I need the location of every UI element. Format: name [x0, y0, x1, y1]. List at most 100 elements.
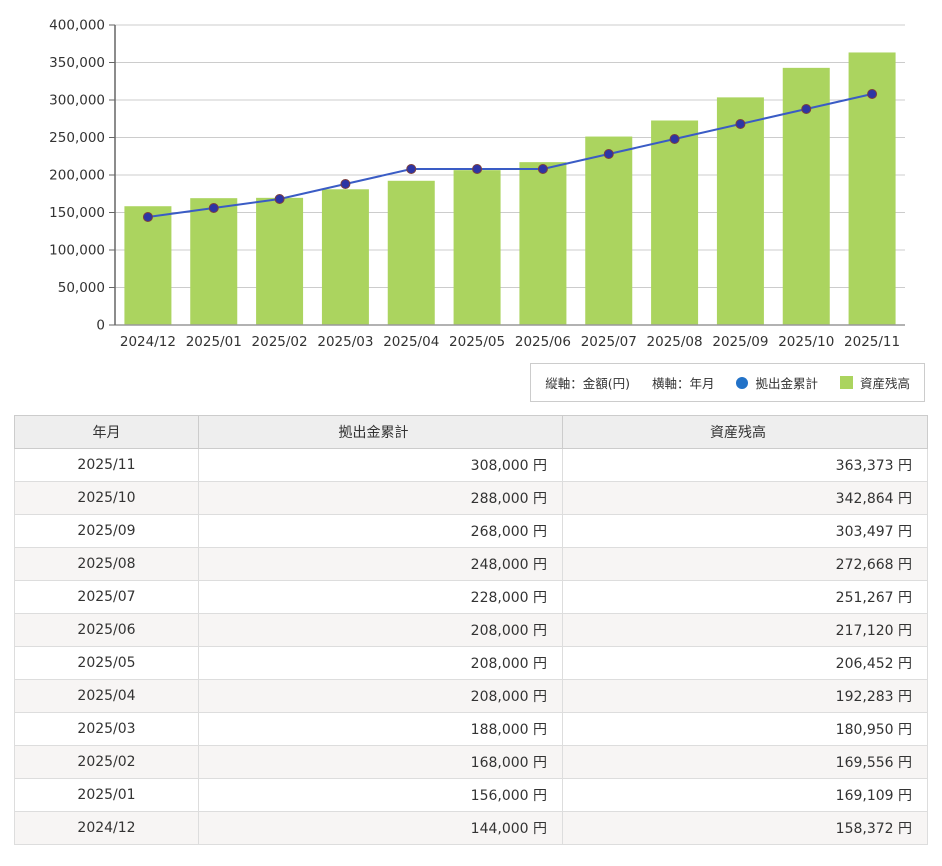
y-axis-labels: 0 50,000 100,000 150,000 200,000 250,000 300,0… — [49, 18, 105, 334]
month-cell: 2025/08 — [14, 547, 199, 581]
table-header-row: 年月 拠出金累計 資産残高 — [14, 415, 928, 449]
contribution-cell: 188,000 円 — [198, 712, 563, 746]
line-marker-2025/07 — [603, 149, 614, 159]
line-series-dot-icon — [736, 376, 749, 389]
contribution-cell: 156,000 円 — [198, 778, 563, 812]
bar-line-chart: 0 50,000 100,000 150,000 200,000 250,000 300,0… — [49, 18, 905, 350]
contribution-cell: 308,000 円 — [198, 448, 563, 482]
asset-report-page: 0 50,000 100,000 150,000 200,000 250,000 300,0… — [0, 0, 942, 866]
x-tick-label: 2025/09 — [712, 334, 768, 350]
balance-cell: 192,283 円 — [562, 679, 928, 713]
table-row-2025-07: 2025/07 228,000 円 251,267 円 — [14, 580, 928, 614]
month-cell: 2025/01 — [14, 778, 199, 812]
line-marker-2025/03 — [340, 179, 351, 189]
line-series — [142, 89, 878, 222]
history-table-body: 2025/11 308,000 円 363,373 円 2025/10 288,000 … — [14, 448, 928, 845]
table-row-2025-09: 2025/09 268,000 円 303,497 円 — [14, 514, 928, 548]
month-cell: 2024/12 — [14, 811, 199, 845]
balance-cell: 169,109 円 — [562, 778, 928, 812]
x-tick-label: 2025/01 — [186, 334, 242, 350]
month-cell: 2025/07 — [14, 580, 199, 614]
table-row-2025-08: 2025/08 248,000 円 272,668 円 — [14, 547, 928, 581]
x-tick-label: 2025/02 — [252, 334, 308, 350]
contribution-cell: 208,000 円 — [198, 646, 563, 680]
contribution-cell: 228,000 円 — [198, 580, 563, 614]
header-contribution: 拠出金累計 — [198, 415, 563, 449]
balance-cell: 169,556 円 — [562, 745, 928, 779]
bar-2025/03 — [321, 189, 369, 325]
balance-cell: 206,452 円 — [562, 646, 928, 680]
svg-text:100,000: 100,000 — [49, 243, 105, 259]
balance-cell: 180,950 円 — [562, 712, 928, 746]
svg-text:400,000: 400,000 — [49, 18, 105, 34]
legend-horizontal-axis-label: 横軸：年月 — [651, 376, 715, 391]
balance-cell: 363,373 円 — [562, 448, 928, 482]
chart-area: 0 50,000 100,000 150,000 200,000 250,000 300,0… — [0, 0, 942, 356]
balance-cell: 303,497 円 — [562, 514, 928, 548]
svg-text:250,000: 250,000 — [49, 130, 105, 146]
bar-series — [124, 52, 896, 326]
svg-text:200,000: 200,000 — [49, 168, 105, 184]
bar-2025/09 — [716, 97, 764, 325]
line-marker-2025/06 — [537, 164, 548, 174]
chart-legend: 縦軸：金額(円) 横軸：年月 拠出金累計 資産残高 — [530, 363, 925, 402]
line-marker-2024/12 — [142, 212, 153, 222]
line-marker-2025/09 — [735, 119, 746, 129]
x-tick-label: 2025/07 — [581, 334, 637, 350]
month-cell: 2025/02 — [14, 745, 199, 779]
x-tick-label: 2024/12 — [120, 334, 176, 350]
legend-bar-series: 資産残高 — [839, 373, 910, 392]
bar-2025/08 — [651, 120, 699, 326]
month-cell: 2025/05 — [14, 646, 199, 680]
x-tick-label: 2025/03 — [317, 334, 373, 350]
contribution-cell: 208,000 円 — [198, 679, 563, 713]
svg-text:300,000: 300,000 — [49, 93, 105, 109]
balance-cell: 251,267 円 — [562, 580, 928, 614]
history-table: 年月 拠出金累計 資産残高 2025/11 308,000 円 363,373 円2… — [14, 415, 928, 845]
header-balance: 資産残高 — [562, 415, 928, 449]
legend-line-series: 拠出金累計 — [736, 373, 818, 392]
y-axis-ticks — [109, 24, 115, 326]
month-cell: 2025/04 — [14, 679, 199, 713]
legend-row: 縦軸：金額(円) 横軸：年月 拠出金累計 資産残高 — [0, 363, 942, 402]
x-tick-label: 2025/10 — [778, 334, 834, 350]
bar-2025/01 — [190, 198, 238, 325]
bar-2024/12 — [124, 206, 172, 325]
bar-2025/06 — [519, 162, 567, 325]
x-tick-label: 2025/04 — [383, 334, 439, 350]
table-row-2025-03: 2025/03 188,000 円 180,950 円 — [14, 712, 928, 746]
month-cell: 2025/03 — [14, 712, 199, 746]
bar-series-square-icon — [839, 376, 853, 389]
svg-text:50,000: 50,000 — [58, 280, 105, 296]
bar-2025/02 — [256, 197, 304, 325]
svg-text:350,000: 350,000 — [49, 55, 105, 71]
x-tick-label: 2025/06 — [515, 334, 571, 350]
x-tick-label: 2025/11 — [844, 334, 900, 350]
table-row-2025-02: 2025/02 168,000 円 169,556 円 — [14, 745, 928, 779]
table-row-2025-10: 2025/10 288,000 円 342,864 円 — [14, 481, 928, 515]
month-cell: 2025/06 — [14, 613, 199, 647]
bar-2025/05 — [453, 170, 501, 325]
month-cell: 2025/09 — [14, 514, 199, 548]
x-tick-label: 2025/08 — [647, 334, 703, 350]
bar-2025/04 — [387, 180, 435, 325]
line-marker-2025/05 — [472, 164, 483, 174]
x-axis-labels: 2024/12 2025/01 2025/02 2025/03 2025/04 2025/… — [120, 334, 900, 350]
month-cell: 2025/10 — [14, 481, 199, 515]
contribution-cell: 168,000 円 — [198, 745, 563, 779]
balance-cell: 158,372 円 — [562, 811, 928, 845]
legend-vertical-axis-label: 縦軸：金額(円) — [545, 376, 630, 391]
line-marker-2025/10 — [801, 104, 812, 114]
svg-text:0: 0 — [96, 318, 105, 334]
contribution-cell: 144,000 円 — [198, 811, 563, 845]
balance-cell: 217,120 円 — [562, 613, 928, 647]
table-row-2025-04: 2025/04 208,000 円 192,283 円 — [14, 679, 928, 713]
contribution-cell: 288,000 円 — [198, 481, 563, 515]
balance-cell: 272,668 円 — [562, 547, 928, 581]
line-marker-2025/11 — [867, 89, 878, 99]
svg-text:150,000: 150,000 — [49, 205, 105, 221]
line-marker-2025/04 — [406, 164, 417, 174]
line-marker-2025/01 — [208, 203, 219, 213]
month-cell: 2025/11 — [14, 448, 199, 482]
bar-2025/07 — [585, 136, 633, 325]
